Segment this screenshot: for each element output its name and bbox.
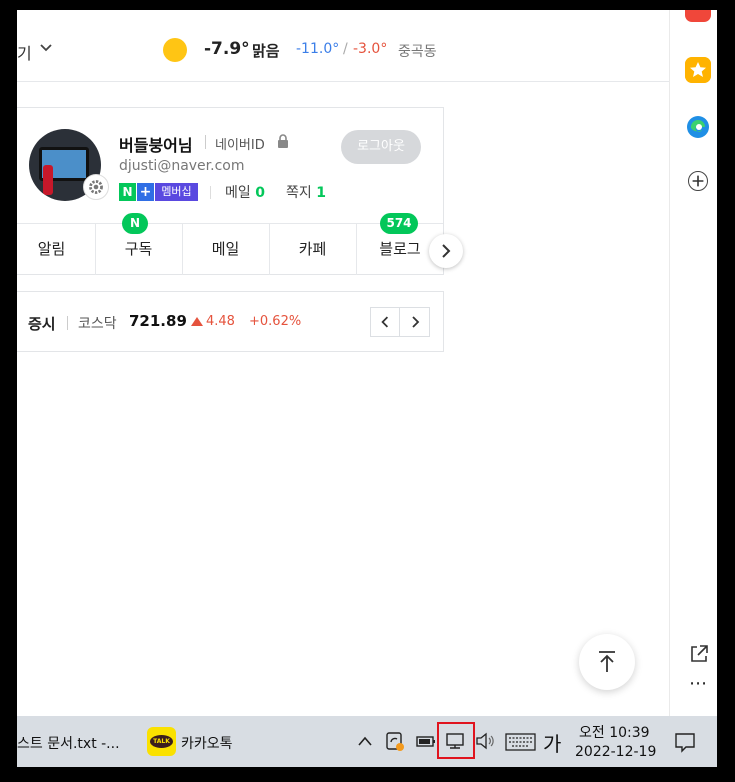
plus-badge[interactable]: + bbox=[137, 183, 154, 201]
stock-category[interactable]: 증시 bbox=[28, 313, 56, 334]
stock-ticker: 증시 코스닥 721.89 4.48 +0.62% bbox=[17, 291, 444, 352]
mail-link[interactable]: 메일 0 bbox=[225, 182, 265, 202]
chevron-right-icon[interactable] bbox=[429, 234, 463, 268]
mail-count: 0 bbox=[255, 185, 265, 201]
mail-label: 메일 bbox=[225, 185, 251, 201]
scroll-top-button[interactable] bbox=[579, 634, 635, 690]
weather-cut-label: 기 bbox=[17, 44, 32, 63]
browser-sidebar: ⋯ bbox=[669, 10, 717, 716]
notification-icon[interactable] bbox=[674, 731, 696, 753]
user-email: djusti@naver.com bbox=[119, 158, 245, 174]
naver-id-label[interactable]: 네이버ID bbox=[215, 134, 265, 153]
note-label: 쪽지 bbox=[286, 185, 312, 201]
profile-card: 버들붕어님 네이버ID djusti@naver.com N + 멤버십 메일 … bbox=[17, 107, 444, 275]
screenshot-frame: 기 -7.9° 맑음 -11.0° / -3.0° 중곡동 ⋯ 버들붕어님 네이… bbox=[0, 0, 735, 782]
chevron-right-icon[interactable] bbox=[401, 308, 430, 336]
kakaotalk-icon-text: TALK bbox=[150, 735, 173, 748]
membership-badge[interactable]: 멤버십 bbox=[155, 183, 198, 201]
tab-cafe[interactable]: 카페 bbox=[269, 224, 357, 275]
weather-location[interactable]: 중곡동 bbox=[398, 41, 437, 61]
temperature-separator: / bbox=[343, 41, 348, 57]
clock-time[interactable]: 오전 10:39 bbox=[579, 722, 650, 742]
star-icon[interactable] bbox=[685, 57, 711, 83]
windows-taskbar: 스트 문서.txt -... TALK 카카오톡 가 오전 10:39 2022… bbox=[17, 716, 717, 767]
kakaotalk-icon[interactable]: TALK bbox=[147, 727, 176, 756]
gear-icon[interactable] bbox=[83, 174, 109, 200]
battery-icon[interactable] bbox=[415, 730, 437, 752]
service-tabs: 알림 구독 메일 카페 블로그 N 574 bbox=[17, 213, 443, 275]
weather-condition: 맑음 bbox=[252, 42, 280, 60]
more-icon[interactable]: ⋯ bbox=[689, 673, 708, 694]
clock-date[interactable]: 2022-12-19 bbox=[575, 744, 656, 760]
app-icon-red[interactable] bbox=[685, 10, 711, 22]
divider bbox=[205, 135, 206, 149]
taskbar-item-kakaotalk[interactable]: 카카오톡 bbox=[181, 733, 233, 753]
external-link-icon[interactable] bbox=[688, 643, 710, 665]
logout-button[interactable]: 로그아웃 bbox=[341, 130, 421, 164]
index-value: 721.89 bbox=[129, 312, 187, 330]
browser-viewport: 기 -7.9° 맑음 -11.0° / -3.0° 중곡동 ⋯ 버들붕어님 네이… bbox=[17, 10, 717, 767]
index-change: 4.48 bbox=[206, 314, 235, 329]
sun-icon bbox=[163, 38, 187, 62]
sync-icon[interactable] bbox=[384, 730, 406, 752]
index-percent: +0.62% bbox=[249, 314, 302, 329]
naver-n-badge[interactable]: N bbox=[119, 183, 136, 201]
current-temperature: -7.9° bbox=[204, 39, 250, 59]
index-name[interactable]: 코스닥 bbox=[78, 313, 117, 333]
divider bbox=[67, 316, 68, 330]
subscription-new-badge: N bbox=[122, 213, 148, 234]
chevron-left-icon[interactable] bbox=[371, 308, 400, 336]
tab-mail[interactable]: 메일 bbox=[182, 224, 270, 275]
stock-pager bbox=[370, 307, 430, 337]
divider bbox=[210, 186, 211, 199]
keyboard-icon[interactable] bbox=[505, 733, 536, 751]
note-link[interactable]: 쪽지 1 bbox=[286, 182, 326, 202]
ime-indicator[interactable]: 가 bbox=[543, 728, 561, 757]
lock-icon bbox=[278, 134, 288, 148]
tab-notifications[interactable]: 알림 bbox=[17, 224, 96, 275]
max-temperature: -3.0° bbox=[353, 41, 388, 57]
taskbar-item-notepad[interactable]: 스트 문서.txt -... bbox=[17, 733, 120, 753]
up-triangle-icon bbox=[191, 317, 203, 326]
edge-icon[interactable] bbox=[685, 114, 711, 140]
min-temperature: -11.0° bbox=[296, 41, 340, 57]
add-icon[interactable] bbox=[688, 171, 708, 191]
user-nickname[interactable]: 버들붕어님 bbox=[119, 132, 193, 156]
chevron-up-icon[interactable] bbox=[357, 734, 373, 748]
chevron-down-icon[interactable] bbox=[39, 41, 53, 55]
blog-count-badge: 574 bbox=[380, 213, 418, 234]
avatar-image-bottle bbox=[43, 165, 53, 195]
weather-bar: 기 -7.9° 맑음 -11.0° / -3.0° 중곡동 bbox=[17, 10, 669, 82]
note-count: 1 bbox=[316, 185, 326, 201]
highlight-box bbox=[437, 722, 475, 759]
volume-icon[interactable] bbox=[474, 730, 496, 752]
